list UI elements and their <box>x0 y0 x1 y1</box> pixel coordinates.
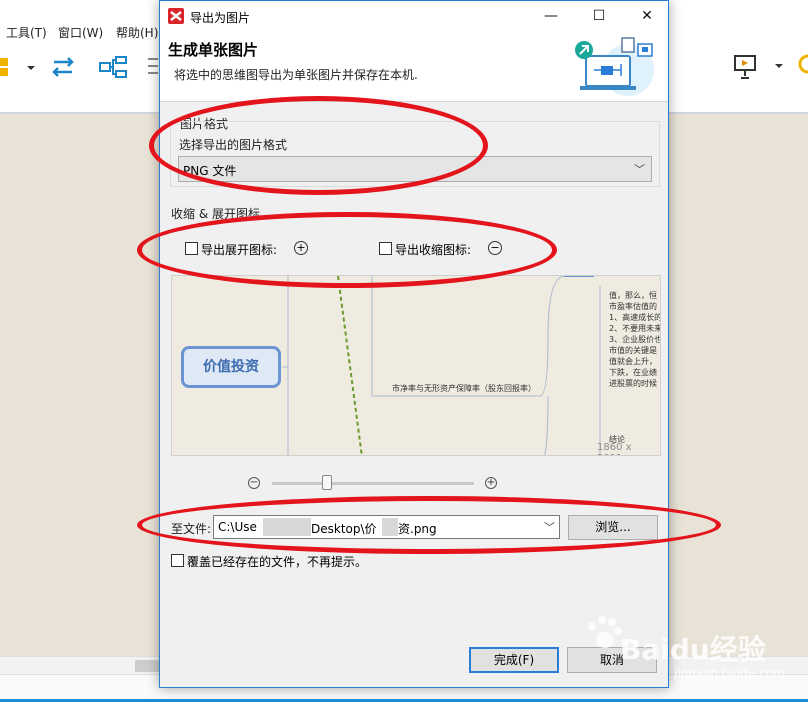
export-illustration-icon <box>575 37 654 96</box>
cancel-button[interactable]: 取消 <box>567 647 657 673</box>
collapse-minus-icon: − <box>488 241 502 255</box>
color-dropdown-icon[interactable] <box>0 56 40 80</box>
preview-note-text: 值，那么，恒 市盈率估值的 1、高速成长的 2、不要用未来 3、企业股价也 市值… <box>609 291 661 388</box>
maximize-icon[interactable]: ☐ <box>584 5 614 27</box>
dialog-header: 生成单张图片 将选中的思维图导出为单张图片并保存在本机. <box>160 32 668 102</box>
dialog-description: 将选中的思维图导出为单张图片并保存在本机. <box>174 68 418 82</box>
browse-button[interactable]: 浏览... <box>568 515 658 540</box>
file-path-mid: Desktop\价 <box>311 522 377 536</box>
partial-icon[interactable] <box>798 54 808 76</box>
export-collapse-label: 导出收缩图标: <box>395 243 472 257</box>
relationship-icon[interactable] <box>50 54 78 80</box>
menu-tools[interactable]: 工具(T) <box>6 24 47 41</box>
menu-window[interactable]: 窗口(W) <box>58 24 103 41</box>
format-select-value: PNG 文件 <box>183 164 237 178</box>
overwrite-checkbox[interactable] <box>171 554 184 567</box>
export-expand-checkbox[interactable] <box>185 242 198 255</box>
zoom-in-icon[interactable]: + <box>485 477 497 489</box>
dialog-titlebar[interactable]: 导出为图片 — ☐ ✕ <box>160 1 668 32</box>
chevron-down-icon: ﹀ <box>634 163 645 176</box>
minimize-icon[interactable]: — <box>536 5 566 27</box>
redacted-area <box>263 518 311 536</box>
zoom-slider-track[interactable] <box>272 482 474 485</box>
file-label: 至文件: <box>171 522 212 536</box>
export-expand-label: 导出展开图标: <box>201 243 278 257</box>
dialog-title: 导出为图片 <box>190 11 251 25</box>
overwrite-label: 覆盖已经存在的文件，不再提示。 <box>187 555 368 569</box>
zoom-out-icon[interactable]: − <box>248 477 260 489</box>
branch-label: 市净率与无形资产保障率（股东回报率） <box>392 384 536 393</box>
finish-button[interactable]: 完成(F) <box>469 647 559 673</box>
close-icon[interactable]: ✕ <box>632 5 662 27</box>
export-image-dialog: 导出为图片 — ☐ ✕ 生成单张图片 将选中的思维图导出为单张图片并保存在本机.… <box>159 0 669 688</box>
file-path-input[interactable]: C:\Use Desktop\价 资.png ﹀ <box>213 515 560 539</box>
xmind-logo-icon <box>168 8 184 24</box>
dialog-heading: 生成单张图片 <box>168 41 259 59</box>
image-size-label: 1860 x 2011 <box>597 442 632 455</box>
menu-help[interactable]: 帮助(H) <box>116 24 158 41</box>
presentation-icon[interactable] <box>733 54 793 82</box>
zoom-slider-thumb[interactable] <box>322 475 332 490</box>
format-select[interactable]: PNG 文件 ﹀ <box>178 156 652 182</box>
structure-icon[interactable] <box>98 54 128 80</box>
export-collapse-checkbox[interactable] <box>379 242 392 255</box>
chevron-down-icon[interactable]: ﹀ <box>544 519 555 535</box>
scrollbar-thumb[interactable] <box>135 660 159 672</box>
file-path-end: 资.png <box>398 522 437 536</box>
expand-plus-icon: + <box>294 241 308 255</box>
format-prompt: 选择导出的图片格式 <box>179 138 288 152</box>
image-preview[interactable]: 价值投资 市净率与无形资产保障率（股东回报率） 值，那么，恒 市盈率估值的 1、… <box>171 275 661 456</box>
file-path-start: C:\Use <box>218 520 257 534</box>
central-topic-node: 价值投资 <box>181 346 281 388</box>
redacted-area <box>382 518 398 536</box>
expand-section-label: 收缩 & 展开图标 <box>171 207 260 221</box>
